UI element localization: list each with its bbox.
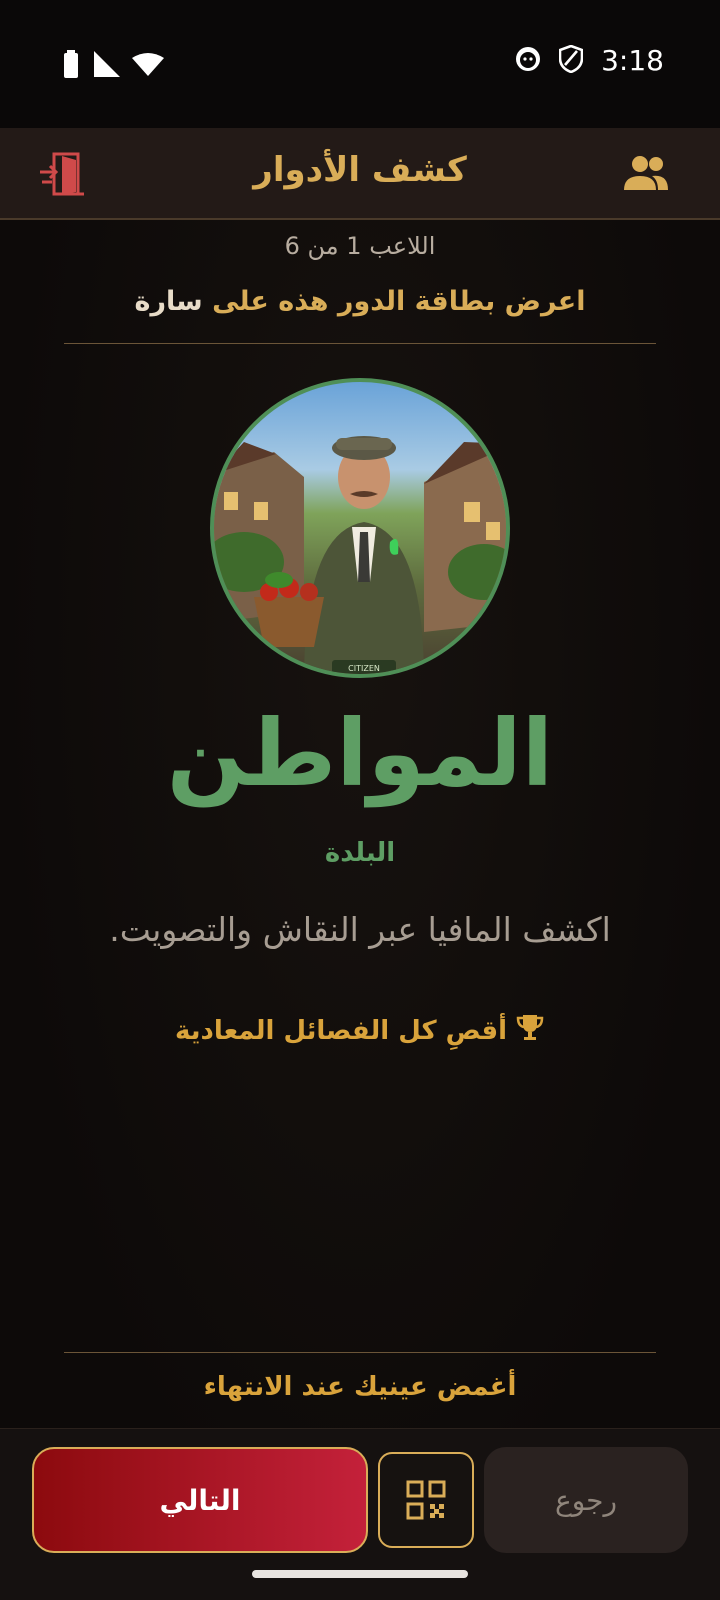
role-description: اكشف المافيا عبر النقاش والتصويت. [109, 910, 611, 949]
instruction-text: اعرض بطاقة الدور هذه على [212, 286, 586, 317]
wifi-icon [132, 52, 164, 80]
status-bar: 3:18 [0, 0, 720, 128]
shield-icon [558, 44, 584, 77]
goal-text: أقصِ كل الفصائل المعادية [174, 1015, 508, 1046]
divider [64, 343, 656, 344]
qr-code-icon [406, 1480, 446, 1520]
role-avatar: CITIZEN [210, 378, 510, 678]
app-notification-icon [515, 46, 541, 76]
home-indicator[interactable] [252, 1570, 468, 1578]
battery-icon [64, 50, 82, 82]
qr-code-button[interactable] [378, 1452, 474, 1548]
role-reveal-screen: 3:18 كشف الأدوار اللاعب 1 من 6 اعرض بطاق… [0, 0, 720, 1600]
clock: 3:18 [601, 44, 664, 77]
role-team: البلدة [324, 838, 396, 868]
role-goal: أقصِ كل الفصائل المعادية [0, 1012, 720, 1049]
player-name: سارة [134, 286, 203, 317]
avatar-badge-label: CITIZEN [348, 664, 380, 673]
show-card-instruction: اعرض بطاقة الدور هذه على سارة [0, 286, 720, 317]
players-group-icon [624, 156, 668, 190]
divider [64, 1352, 656, 1353]
next-button[interactable]: التالي [32, 1447, 368, 1553]
app-bar: كشف الأدوار [0, 128, 720, 220]
role-name: المواطن [166, 700, 554, 807]
cellular-icon [94, 51, 120, 81]
page-title: كشف الأدوار [253, 150, 467, 190]
trophy-icon [515, 1012, 545, 1049]
player-counter: اللاعب 1 من 6 [284, 232, 436, 260]
back-button[interactable]: رجوع [484, 1447, 688, 1553]
players-button[interactable] [622, 152, 670, 196]
close-eyes-note: أغمض عينيك عند الانتهاء [203, 1372, 517, 1402]
